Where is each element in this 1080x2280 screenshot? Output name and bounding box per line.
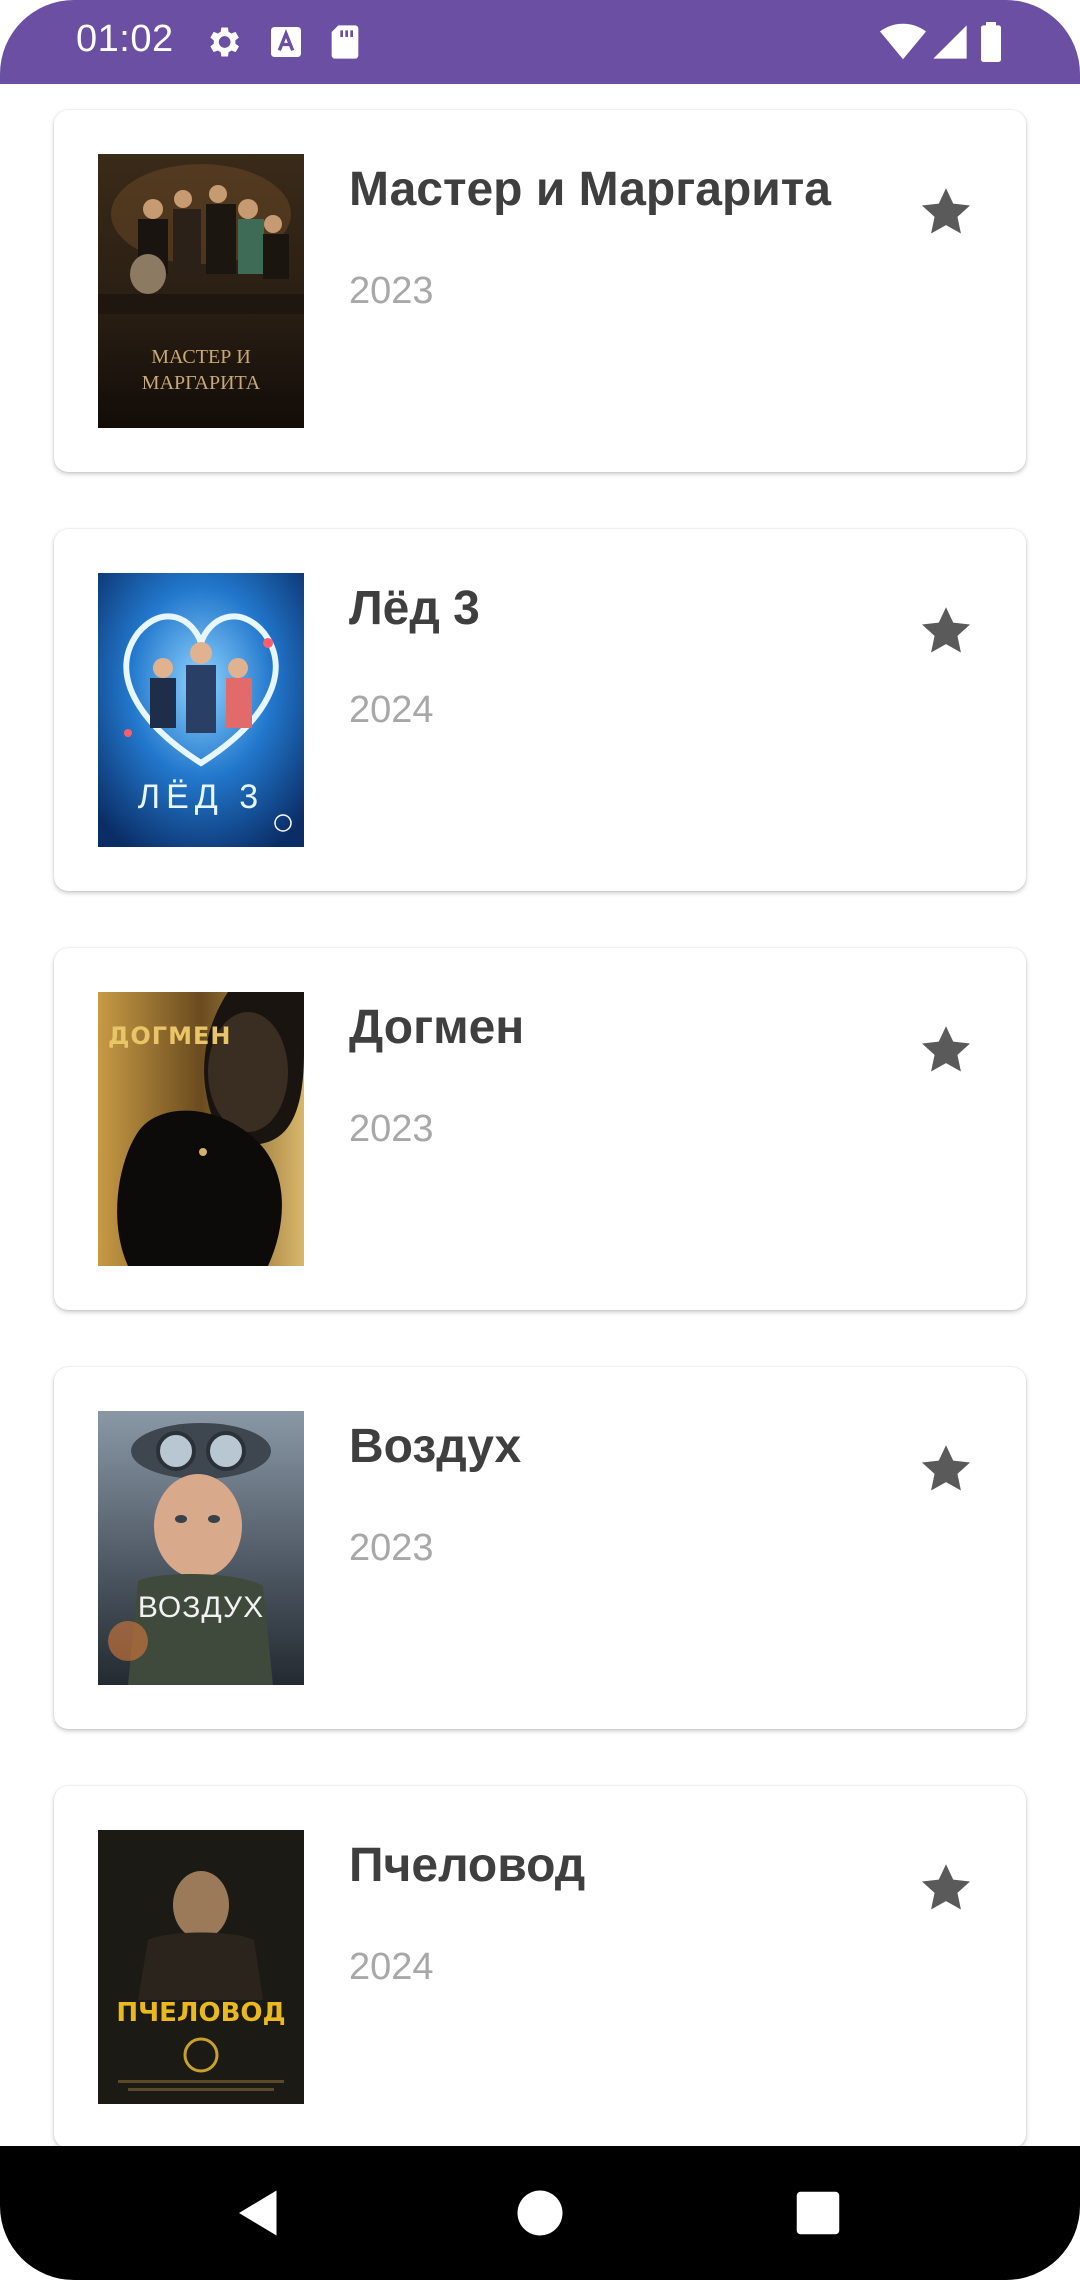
recents-icon[interactable] bbox=[788, 2183, 848, 2243]
movie-poster: МАСТЕР И МАРГАРИТА bbox=[98, 154, 304, 428]
movie-card[interactable]: ПЧЕЛОВОД Пчеловод 2024 bbox=[54, 1786, 1026, 2146]
status-bar: 01:02 bbox=[0, 0, 1080, 84]
status-time: 01:02 bbox=[76, 18, 174, 60]
movie-year: 2023 bbox=[349, 1108, 434, 1150]
battery-icon bbox=[981, 22, 1001, 62]
poster-caption: ВОЗДУХ bbox=[137, 1591, 265, 1624]
movie-title: Пчеловод bbox=[349, 1839, 586, 1892]
gear-icon bbox=[210, 27, 239, 57]
movie-year: 2023 bbox=[349, 1527, 434, 1569]
poster-caption: ДОГМЕН bbox=[108, 1022, 232, 1050]
movie-year: 2024 bbox=[349, 1946, 434, 1988]
poster-caption: ПЧЕЛОВОД bbox=[116, 1998, 286, 2028]
star-icon[interactable] bbox=[918, 184, 974, 240]
a-badge-icon bbox=[271, 27, 301, 57]
movie-title: Воздух bbox=[349, 1420, 522, 1473]
star-icon[interactable] bbox=[918, 1441, 974, 1497]
movie-title: Лёд 3 bbox=[349, 582, 480, 635]
movie-card[interactable]: ЛЁД 3 Лёд 3 2024 bbox=[54, 529, 1026, 891]
sd-card-icon bbox=[331, 25, 359, 59]
navigation-bar bbox=[0, 2146, 1080, 2280]
movie-poster: ПЧЕЛОВОД bbox=[98, 1830, 304, 2104]
poster-caption: МАСТЕР И МАРГАРИТА bbox=[141, 346, 261, 394]
movie-title: Догмен bbox=[349, 1001, 525, 1054]
wifi-icon bbox=[880, 23, 926, 60]
movie-poster: ВОЗДУХ bbox=[98, 1411, 304, 1685]
back-icon[interactable] bbox=[229, 2183, 289, 2243]
star-icon[interactable] bbox=[918, 1860, 974, 1916]
movie-poster: ДОГМЕН bbox=[98, 992, 304, 1266]
star-icon[interactable] bbox=[918, 1022, 974, 1078]
movie-card[interactable]: ДОГМЕН Догмен 2023 bbox=[54, 948, 1026, 1310]
star-icon[interactable] bbox=[918, 603, 974, 659]
movie-card[interactable]: ВОЗДУХ Воздух 2023 bbox=[54, 1367, 1026, 1729]
movie-year: 2024 bbox=[349, 689, 434, 731]
poster-caption: ЛЁД 3 bbox=[137, 778, 265, 816]
movie-year: 2023 bbox=[349, 270, 434, 312]
home-icon[interactable] bbox=[510, 2183, 570, 2243]
signal-icon bbox=[933, 25, 967, 59]
movie-card[interactable]: МАСТЕР И МАРГАРИТА Мастер и Маргарита 20… bbox=[54, 110, 1026, 472]
movie-title: Мастер и Маргарита bbox=[349, 163, 831, 216]
movie-list[interactable]: МАСТЕР И МАРГАРИТА Мастер и Маргарита 20… bbox=[0, 84, 1080, 2146]
movie-poster: ЛЁД 3 bbox=[98, 573, 304, 847]
